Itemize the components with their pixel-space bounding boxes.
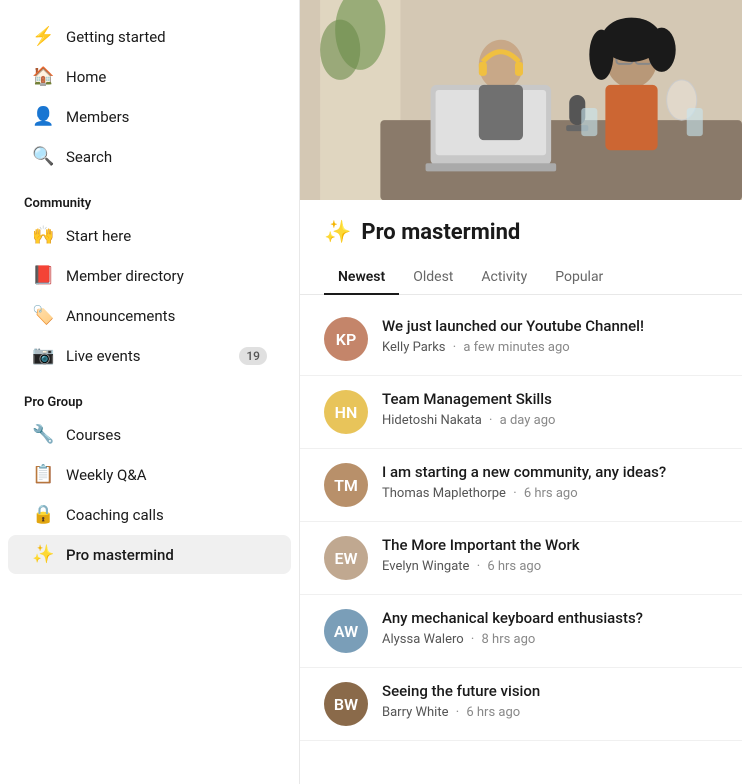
live-events-icon: 📷 bbox=[32, 345, 54, 366]
post-meta: Barry White · 6 hrs ago bbox=[382, 705, 718, 720]
posts-list: KP We just launched our Youtube Channel!… bbox=[300, 295, 742, 749]
sidebar-item-getting-started[interactable]: ⚡ Getting started bbox=[8, 17, 291, 56]
community-title: Pro mastermind bbox=[361, 220, 520, 245]
sidebar-item-label: Courses bbox=[66, 426, 121, 444]
sidebar-item-courses[interactable]: 🔧 Courses bbox=[8, 415, 291, 454]
hero-image bbox=[300, 0, 742, 200]
sidebar-item-pro-mastermind[interactable]: ✨ Pro mastermind bbox=[8, 535, 291, 574]
sidebar-item-label: Weekly Q&A bbox=[66, 466, 147, 484]
sidebar-item-home[interactable]: 🏠 Home bbox=[8, 57, 291, 96]
member-directory-icon: 📕 bbox=[32, 265, 54, 286]
post-time: 6 hrs ago bbox=[466, 705, 520, 720]
post-content: Any mechanical keyboard enthusiasts? Aly… bbox=[382, 609, 718, 647]
avatar: EW bbox=[324, 536, 368, 580]
tab-activity[interactable]: Activity bbox=[467, 261, 541, 295]
sidebar-item-label: Coaching calls bbox=[66, 506, 164, 524]
main-content: ✨ Pro mastermind NewestOldestActivityPop… bbox=[300, 0, 742, 784]
post-meta: Alyssa Walero · 8 hrs ago bbox=[382, 632, 718, 647]
post-content: Seeing the future vision Barry White · 6… bbox=[382, 682, 718, 720]
post-item[interactable]: HN Team Management Skills Hidetoshi Naka… bbox=[300, 376, 742, 449]
progroup-section-label: Pro Group bbox=[0, 383, 299, 414]
sidebar-item-label: Member directory bbox=[66, 267, 184, 285]
post-title: Seeing the future vision bbox=[382, 682, 718, 702]
post-author: Alyssa Walero bbox=[382, 632, 464, 647]
members-icon: 👤 bbox=[32, 106, 54, 127]
sidebar-item-label: Pro mastermind bbox=[66, 546, 174, 564]
post-author: Thomas Maplethorpe bbox=[382, 486, 506, 501]
community-section-label: Community bbox=[0, 184, 299, 215]
sidebar-item-label: Live events bbox=[66, 347, 141, 365]
post-time: a few minutes ago bbox=[463, 340, 569, 355]
post-content: We just launched our Youtube Channel! Ke… bbox=[382, 317, 718, 355]
tab-oldest[interactable]: Oldest bbox=[399, 261, 467, 295]
coaching-calls-icon: 🔒 bbox=[32, 504, 54, 525]
sidebar-item-label: Start here bbox=[66, 227, 131, 245]
post-author: Barry White bbox=[382, 705, 448, 720]
start-here-icon: 🙌 bbox=[32, 225, 54, 246]
post-time: 6 hrs ago bbox=[487, 559, 541, 574]
sidebar-item-label: Home bbox=[66, 68, 106, 86]
post-item[interactable]: BW Seeing the future vision Barry White … bbox=[300, 668, 742, 741]
sidebar-item-label: Search bbox=[66, 148, 112, 166]
post-item[interactable]: TM I am starting a new community, any id… bbox=[300, 449, 742, 522]
weekly-qa-icon: 📋 bbox=[32, 464, 54, 485]
post-time: a day ago bbox=[500, 413, 556, 428]
tab-newest[interactable]: Newest bbox=[324, 261, 399, 295]
search-icon: 🔍 bbox=[32, 146, 54, 167]
tabs-bar: NewestOldestActivityPopular bbox=[300, 249, 742, 295]
badge-live-events: 19 bbox=[239, 347, 267, 365]
avatar: TM bbox=[324, 463, 368, 507]
announcements-icon: 🏷️ bbox=[32, 305, 54, 326]
post-item[interactable]: EW The More Important the Work Evelyn Wi… bbox=[300, 522, 742, 595]
community-icon: ✨ bbox=[324, 220, 351, 245]
post-meta: Evelyn Wingate · 6 hrs ago bbox=[382, 559, 718, 574]
post-content: I am starting a new community, any ideas… bbox=[382, 463, 718, 501]
courses-icon: 🔧 bbox=[32, 424, 54, 445]
community-header: ✨ Pro mastermind bbox=[300, 200, 742, 245]
post-meta: Kelly Parks · a few minutes ago bbox=[382, 340, 718, 355]
post-title: Any mechanical keyboard enthusiasts? bbox=[382, 609, 718, 629]
post-content: The More Important the Work Evelyn Winga… bbox=[382, 536, 718, 574]
post-title: The More Important the Work bbox=[382, 536, 718, 556]
post-item[interactable]: AW Any mechanical keyboard enthusiasts? … bbox=[300, 595, 742, 668]
post-title: We just launched our Youtube Channel! bbox=[382, 317, 718, 337]
avatar: BW bbox=[324, 682, 368, 726]
sidebar: ⚡ Getting started 🏠 Home 👤 Members 🔍 Sea… bbox=[0, 0, 300, 784]
home-icon: 🏠 bbox=[32, 66, 54, 87]
sidebar-item-member-directory[interactable]: 📕 Member directory bbox=[8, 256, 291, 295]
post-content: Team Management Skills Hidetoshi Nakata … bbox=[382, 390, 718, 428]
sidebar-item-label: Members bbox=[66, 108, 129, 126]
pro-mastermind-icon: ✨ bbox=[32, 544, 54, 565]
post-title: I am starting a new community, any ideas… bbox=[382, 463, 718, 483]
sidebar-item-label: Announcements bbox=[66, 307, 175, 325]
post-author: Kelly Parks bbox=[382, 340, 446, 355]
post-meta: Thomas Maplethorpe · 6 hrs ago bbox=[382, 486, 718, 501]
post-title: Team Management Skills bbox=[382, 390, 718, 410]
post-item[interactable]: KP We just launched our Youtube Channel!… bbox=[300, 303, 742, 376]
post-meta: Hidetoshi Nakata · a day ago bbox=[382, 413, 718, 428]
tab-popular[interactable]: Popular bbox=[541, 261, 617, 295]
post-author: Evelyn Wingate bbox=[382, 559, 469, 574]
sidebar-item-announcements[interactable]: 🏷️ Announcements bbox=[8, 296, 291, 335]
sidebar-item-label: Getting started bbox=[66, 28, 166, 46]
post-time: 8 hrs ago bbox=[482, 632, 536, 647]
avatar: AW bbox=[324, 609, 368, 653]
sidebar-item-weekly-qa[interactable]: 📋 Weekly Q&A bbox=[8, 455, 291, 494]
avatar: HN bbox=[324, 390, 368, 434]
post-time: 6 hrs ago bbox=[524, 486, 578, 501]
sidebar-item-live-events[interactable]: 📷 Live events 19 bbox=[8, 336, 291, 375]
sidebar-item-start-here[interactable]: 🙌 Start here bbox=[8, 216, 291, 255]
avatar: KP bbox=[324, 317, 368, 361]
sidebar-item-members[interactable]: 👤 Members bbox=[8, 97, 291, 136]
getting-started-icon: ⚡ bbox=[32, 26, 54, 47]
sidebar-item-search[interactable]: 🔍 Search bbox=[8, 137, 291, 176]
sidebar-item-coaching-calls[interactable]: 🔒 Coaching calls bbox=[8, 495, 291, 534]
post-author: Hidetoshi Nakata bbox=[382, 413, 482, 428]
